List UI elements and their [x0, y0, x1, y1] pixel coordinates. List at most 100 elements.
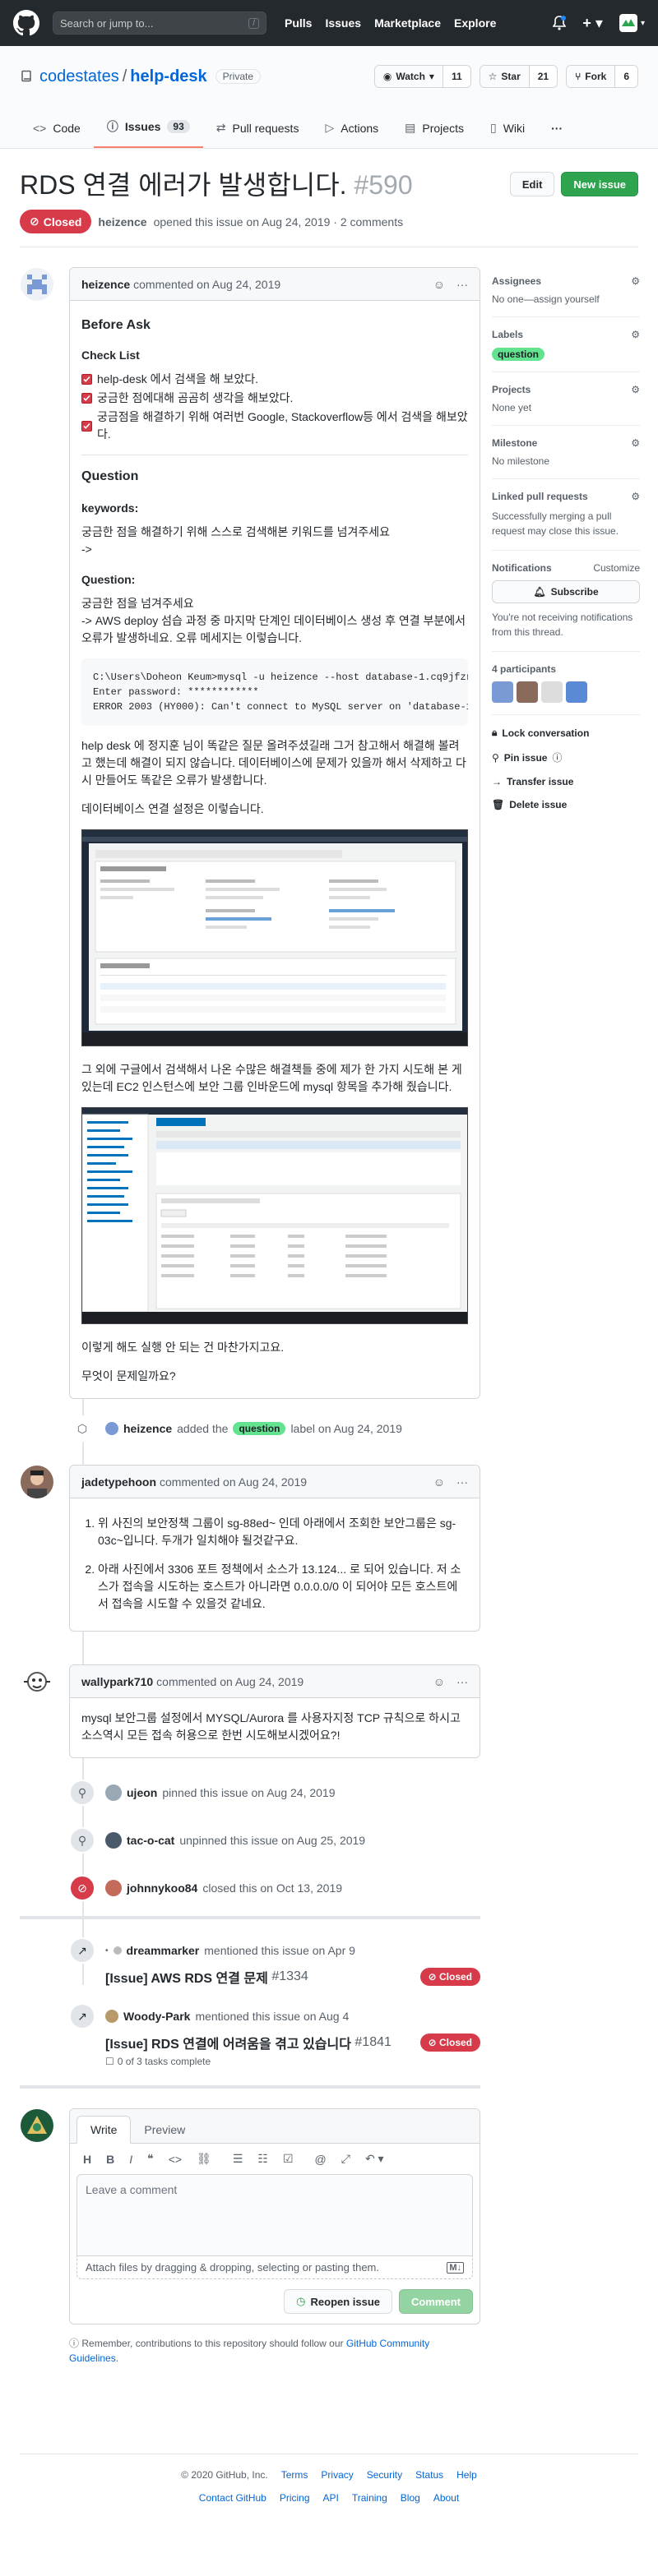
comment-author[interactable]: wallypark710	[81, 1675, 153, 1688]
issue-author[interactable]: heizence	[98, 215, 146, 229]
event-actor[interactable]: dreammarker	[127, 1944, 200, 1957]
avatar[interactable]	[105, 1880, 122, 1896]
question-label[interactable]: question	[492, 348, 544, 361]
tab-wiki[interactable]: ▯ Wiki	[477, 121, 538, 148]
tab-issues[interactable]: ⓘ Issues 93	[93, 118, 203, 148]
edit-button[interactable]: Edit	[509, 172, 555, 196]
footer-link-terms[interactable]: Terms	[281, 2469, 308, 2481]
assign-yourself-link[interactable]: No one—assign yourself	[492, 293, 600, 305]
avatar[interactable]	[113, 1946, 122, 1955]
event-actor[interactable]: Woody-Park	[123, 2010, 190, 2023]
footer-link-pricing[interactable]: Pricing	[280, 2492, 310, 2504]
mention-icon[interactable]: @	[315, 2153, 327, 2166]
preview-tab[interactable]: Preview	[131, 2117, 198, 2143]
tab-code[interactable]: <> Code	[20, 122, 94, 148]
gear-icon[interactable]: ⚙	[631, 384, 640, 395]
github-logo-icon[interactable]	[13, 10, 39, 36]
repo-owner-link[interactable]: codestates	[39, 67, 119, 85]
avatar[interactable]	[105, 1832, 122, 1849]
write-tab[interactable]: Write	[76, 2116, 132, 2144]
rds-settings-screenshot[interactable]	[81, 829, 468, 1046]
bold-icon[interactable]: B	[106, 2153, 114, 2166]
avatar[interactable]	[105, 1422, 118, 1435]
fork-count[interactable]: 6	[615, 66, 637, 87]
referenced-issue[interactable]: [Issue] RDS 연결에 어려움을 겪고 있습니다 #1841 ⊘ Clos…	[105, 2033, 480, 2052]
reply-icon[interactable]: ↶ ▾	[365, 2152, 384, 2166]
gear-icon[interactable]: ⚙	[631, 329, 640, 340]
comment-button[interactable]: Comment	[399, 2289, 473, 2314]
lock-conversation-action[interactable]: 🔒︎ Lock conversation	[492, 727, 640, 739]
gear-icon[interactable]: ⚙	[631, 491, 640, 502]
projects-heading[interactable]: Projects	[492, 384, 531, 395]
comment-date[interactable]: commented on Aug 24, 2019	[156, 1675, 304, 1688]
footer-link-contact[interactable]: Contact GitHub	[199, 2492, 266, 2504]
heading-icon[interactable]: H	[83, 2153, 91, 2166]
footer-link-help[interactable]: Help	[456, 2469, 477, 2481]
delete-issue-action[interactable]: 🗑︎ Delete issue	[492, 799, 640, 810]
avatar[interactable]	[105, 1784, 122, 1801]
checkbox-checked-icon[interactable]	[81, 393, 92, 404]
reopen-issue-button[interactable]: ◷ Reopen issue	[284, 2289, 393, 2314]
kebab-icon[interactable]: ···	[456, 1475, 468, 1489]
event-actor[interactable]: ujeon	[127, 1786, 157, 1799]
footer-link-privacy[interactable]: Privacy	[321, 2469, 353, 2481]
new-issue-button[interactable]: New issue	[561, 172, 638, 196]
smiley-icon[interactable]: ☺	[433, 1675, 445, 1688]
watch-count[interactable]: 11	[443, 66, 470, 87]
event-actor[interactable]: johnnykoo84	[127, 1881, 197, 1895]
avatar[interactable]	[21, 268, 53, 301]
referenced-issue-number[interactable]: #1841	[354, 2035, 392, 2050]
star-button[interactable]: ☆ Star 21	[479, 65, 558, 88]
avatar[interactable]	[21, 1466, 53, 1498]
customize-link[interactable]: Customize	[593, 562, 640, 574]
event-actor[interactable]: tac-o-cat	[127, 1834, 174, 1847]
avatar[interactable]	[517, 681, 538, 703]
linked-prs-heading[interactable]: Linked pull requests	[492, 491, 588, 502]
tab-pull-requests[interactable]: ⇄ Pull requests	[203, 121, 313, 148]
subscribe-button[interactable]: 🔔︎ Subscribe	[492, 580, 640, 603]
event-actor[interactable]: heizence	[123, 1422, 172, 1435]
avatar[interactable]	[21, 1665, 53, 1698]
repo-name-link[interactable]: help-desk	[130, 67, 206, 85]
footer-link-training[interactable]: Training	[352, 2492, 387, 2504]
footer-link-security[interactable]: Security	[367, 2469, 402, 2481]
referenced-issue-number[interactable]: #1334	[271, 1969, 308, 1984]
quote-icon[interactable]: ❝	[147, 2152, 154, 2166]
milestone-heading[interactable]: Milestone	[492, 437, 537, 449]
ordered-list-icon[interactable]: ☷	[257, 2152, 268, 2166]
avatar[interactable]: ▾	[619, 14, 645, 32]
assignees-heading[interactable]: Assignees	[492, 275, 541, 287]
footer-link-about[interactable]: About	[433, 2492, 459, 2504]
question-label[interactable]: question	[233, 1422, 286, 1435]
search-input[interactable]: Search or jump to... /	[53, 12, 266, 35]
nav-pulls[interactable]: Pulls	[285, 16, 312, 30]
comment-author[interactable]: jadetypehoon	[81, 1475, 156, 1489]
fork-button[interactable]: ⑂ Fork 6	[566, 65, 638, 88]
avatar[interactable]	[541, 681, 563, 703]
unordered-list-icon[interactable]: ☰	[233, 2152, 243, 2166]
avatar[interactable]	[566, 681, 587, 703]
comment-textarea[interactable]: Leave a comment	[76, 2174, 473, 2256]
avatar[interactable]	[21, 2109, 53, 2142]
nav-marketplace[interactable]: Marketplace	[374, 16, 441, 30]
task-list-icon[interactable]: ☑	[283, 2152, 294, 2166]
labels-heading[interactable]: Labels	[492, 329, 523, 340]
gear-icon[interactable]: ⚙	[631, 437, 640, 449]
smiley-icon[interactable]: ☺	[433, 1475, 445, 1489]
pin-issue-action[interactable]: ⚲ Pin issue ⓘ	[492, 750, 640, 764]
referenced-issue-title[interactable]: [Issue] RDS 연결에 어려움을 겪고 있습니다	[105, 2033, 351, 2052]
comment-date[interactable]: commented on Aug 24, 2019	[133, 278, 280, 291]
avatar[interactable]	[105, 2010, 118, 2023]
nav-explore[interactable]: Explore	[454, 16, 496, 30]
comment-author[interactable]: heizence	[81, 278, 130, 291]
footer-link-api[interactable]: API	[323, 2492, 339, 2504]
code-icon[interactable]: <>	[169, 2153, 182, 2166]
security-group-screenshot[interactable]	[81, 1107, 468, 1324]
link-icon[interactable]: ⛓	[197, 2152, 211, 2166]
smiley-icon[interactable]: ☺	[433, 278, 445, 291]
transfer-issue-action[interactable]: → Transfer issue	[492, 776, 640, 787]
tab-projects[interactable]: ▤ Projects	[392, 121, 477, 148]
checkbox-checked-icon[interactable]	[81, 374, 92, 385]
referenced-issue[interactable]: [Issue] AWS RDS 연결 문제 #1334 ⊘ Closed	[105, 1967, 480, 1987]
more-menu-icon[interactable]: ···	[538, 122, 576, 148]
